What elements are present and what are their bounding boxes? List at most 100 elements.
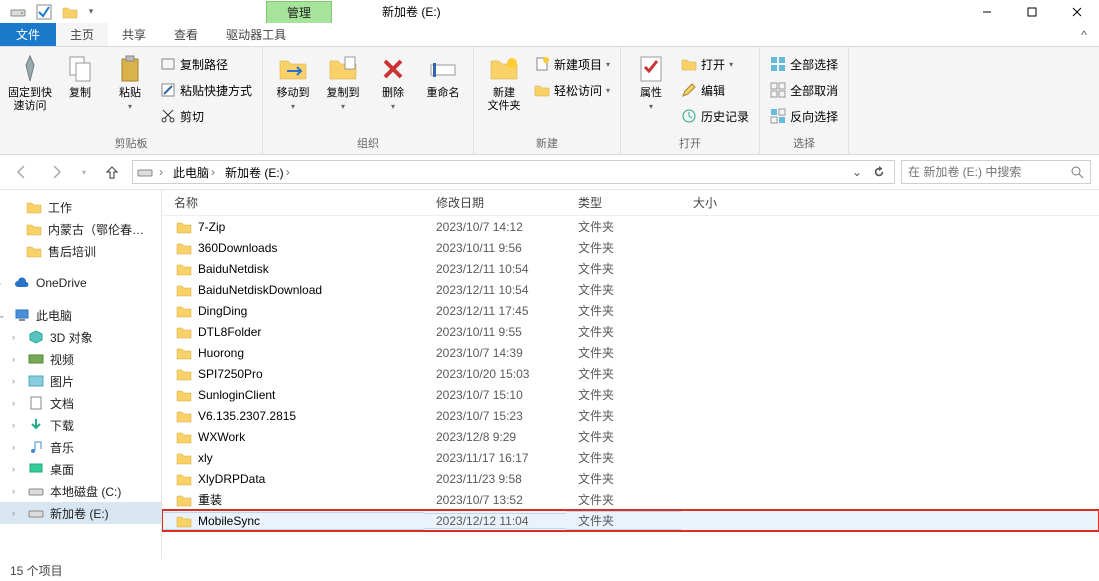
table-row[interactable]: xly2023/11/17 16:17文件夹 bbox=[162, 447, 1099, 468]
nav-documents[interactable]: ›文档 bbox=[0, 392, 161, 414]
chevron-down-icon[interactable]: ⌄ bbox=[0, 310, 8, 321]
properties-button[interactable]: 属性▾ bbox=[627, 49, 675, 111]
table-row[interactable]: DingDing2023/12/11 17:45文件夹 bbox=[162, 300, 1099, 321]
drive-icon bbox=[137, 164, 153, 180]
search-input[interactable] bbox=[908, 165, 1070, 179]
file-name: Huorong bbox=[198, 346, 244, 360]
file-date: 2023/11/17 16:17 bbox=[424, 451, 566, 465]
address-dropdown-button[interactable]: ⌄ bbox=[846, 161, 868, 183]
file-type: 文件夹 bbox=[566, 407, 681, 424]
copy-to-button[interactable]: 复制到▾ bbox=[319, 49, 367, 111]
column-type[interactable]: 类型 bbox=[566, 194, 681, 211]
forward-button[interactable] bbox=[42, 158, 70, 186]
tab-drive-tools[interactable]: 驱动器工具 bbox=[212, 23, 300, 46]
edit-button[interactable]: 编辑 bbox=[677, 79, 753, 101]
easy-access-button[interactable]: 轻松访问▾ bbox=[530, 79, 614, 101]
group-label-select: 选择 bbox=[766, 133, 842, 154]
nav-neimeng[interactable]: 内蒙古（鄂伦春… bbox=[0, 218, 161, 240]
nav-e-drive[interactable]: ›新加卷 (E:) bbox=[0, 502, 161, 524]
up-button[interactable] bbox=[98, 158, 126, 186]
copy-button[interactable]: 复制 bbox=[56, 49, 104, 100]
contextual-tab-manage[interactable]: 管理 bbox=[266, 1, 332, 23]
move-to-button[interactable]: 移动到▾ bbox=[269, 49, 317, 111]
breadcrumb-this-pc[interactable]: 此电脑› bbox=[169, 164, 219, 181]
paste-shortcut-button[interactable]: 粘贴快捷方式 bbox=[156, 79, 256, 101]
qat-checkbox-icon[interactable] bbox=[34, 2, 54, 22]
invert-selection-button[interactable]: 反向选择 bbox=[766, 105, 842, 127]
select-none-button[interactable]: 全部取消 bbox=[766, 79, 842, 101]
new-item-button[interactable]: 新建项目▾ bbox=[530, 53, 614, 75]
group-label-organize: 组织 bbox=[269, 133, 467, 154]
address-bar[interactable]: › 此电脑› 新加卷 (E:)› ⌄ bbox=[132, 160, 895, 184]
file-date: 2023/12/8 9:29 bbox=[424, 430, 566, 444]
table-row[interactable]: SPI7250Pro2023/10/20 15:03文件夹 bbox=[162, 363, 1099, 384]
table-row[interactable]: XlyDRPData2023/11/23 9:58文件夹 bbox=[162, 468, 1099, 489]
nav-work[interactable]: 工作 bbox=[0, 196, 161, 218]
new-folder-button[interactable]: 新建 文件夹 bbox=[480, 49, 528, 113]
edit-icon bbox=[681, 82, 697, 98]
file-name: 重装 bbox=[198, 491, 222, 508]
select-all-button[interactable]: 全部选择 bbox=[766, 53, 842, 75]
file-type: 文件夹 bbox=[566, 260, 681, 277]
column-size[interactable]: 大小 bbox=[681, 194, 781, 211]
search-box[interactable] bbox=[901, 160, 1091, 184]
title-bar: ▾ 管理 新加卷 (E:) bbox=[0, 0, 1099, 23]
delete-button[interactable]: 删除▾ bbox=[369, 49, 417, 111]
folder-icon bbox=[176, 303, 192, 319]
nav-c-drive[interactable]: ›本地磁盘 (C:) bbox=[0, 480, 161, 502]
table-row[interactable]: 360Downloads2023/10/11 9:56文件夹 bbox=[162, 237, 1099, 258]
folder-icon bbox=[176, 261, 192, 277]
open-button[interactable]: 打开▾ bbox=[677, 53, 753, 75]
nav-downloads[interactable]: ›下载 bbox=[0, 414, 161, 436]
nav-music[interactable]: ›音乐 bbox=[0, 436, 161, 458]
table-row[interactable]: SunloginClient2023/10/7 15:10文件夹 bbox=[162, 384, 1099, 405]
file-date: 2023/11/23 9:58 bbox=[424, 472, 566, 486]
table-row[interactable]: WXWork2023/12/8 9:29文件夹 bbox=[162, 426, 1099, 447]
table-row[interactable]: DTL8Folder2023/10/11 9:55文件夹 bbox=[162, 321, 1099, 342]
file-name: V6.135.2307.2815 bbox=[198, 409, 296, 423]
chevron-right-icon[interactable]: › bbox=[159, 165, 163, 179]
minimize-button[interactable] bbox=[964, 0, 1009, 23]
paste-button[interactable]: 粘贴 ▾ bbox=[106, 49, 154, 111]
close-button[interactable] bbox=[1054, 0, 1099, 23]
tab-view[interactable]: 查看 bbox=[160, 23, 212, 46]
drive-icon bbox=[8, 2, 28, 22]
tab-home[interactable]: 主页 bbox=[56, 23, 108, 46]
table-row[interactable]: MobileSync2023/12/12 11:04文件夹 bbox=[162, 510, 1099, 531]
nav-3d-objects[interactable]: ›3D 对象 bbox=[0, 326, 161, 348]
nav-desktop[interactable]: ›桌面 bbox=[0, 458, 161, 480]
qat-folder-icon[interactable] bbox=[60, 2, 80, 22]
refresh-button[interactable] bbox=[868, 161, 890, 183]
quick-access-toolbar: ▾ bbox=[0, 2, 96, 22]
nav-this-pc[interactable]: ⌄此电脑 bbox=[0, 304, 161, 326]
nav-after-sales[interactable]: 售后培训 bbox=[0, 240, 161, 262]
history-button[interactable]: 历史记录 bbox=[677, 105, 753, 127]
tab-file[interactable]: 文件 bbox=[0, 23, 56, 46]
ribbon-collapse-icon[interactable]: ^ bbox=[1069, 23, 1099, 46]
copy-path-button[interactable]: 复制路径 bbox=[156, 53, 256, 75]
table-row[interactable]: BaiduNetdiskDownload2023/12/11 10:54文件夹 bbox=[162, 279, 1099, 300]
nav-onedrive[interactable]: ›OneDrive bbox=[0, 272, 161, 294]
table-row[interactable]: Huorong2023/10/7 14:39文件夹 bbox=[162, 342, 1099, 363]
pin-to-quick-access-button[interactable]: 固定到快 速访问 bbox=[6, 49, 54, 113]
column-date[interactable]: 修改日期 bbox=[424, 194, 566, 211]
table-row[interactable]: BaiduNetdisk2023/12/11 10:54文件夹 bbox=[162, 258, 1099, 279]
tab-share[interactable]: 共享 bbox=[108, 23, 160, 46]
navigation-pane[interactable]: 工作 内蒙古（鄂伦春… 售后培训 ›OneDrive ⌄此电脑 ›3D 对象 ›… bbox=[0, 190, 162, 559]
table-row[interactable]: 7-Zip2023/10/7 14:12文件夹 bbox=[162, 216, 1099, 237]
column-name[interactable]: 名称 bbox=[162, 194, 424, 211]
nav-videos[interactable]: ›视频 bbox=[0, 348, 161, 370]
back-button[interactable] bbox=[8, 158, 36, 186]
chevron-right-icon[interactable]: › bbox=[0, 278, 8, 288]
table-row[interactable]: V6.135.2307.28152023/10/7 15:23文件夹 bbox=[162, 405, 1099, 426]
table-row[interactable]: 重装2023/10/7 13:52文件夹 bbox=[162, 489, 1099, 510]
qat-customize-icon[interactable]: ▾ bbox=[86, 2, 96, 22]
rename-button[interactable]: 重命名 bbox=[419, 49, 467, 100]
recent-locations-button[interactable]: ▾ bbox=[76, 158, 92, 186]
nav-pictures[interactable]: ›图片 bbox=[0, 370, 161, 392]
group-clipboard: 固定到快 速访问 复制 粘贴 ▾ 复制路径 粘贴快捷方式 剪切 剪贴板 bbox=[0, 47, 263, 154]
column-headers[interactable]: 名称 修改日期 类型 大小 bbox=[162, 190, 1099, 216]
cut-button[interactable]: 剪切 bbox=[156, 105, 256, 127]
maximize-button[interactable] bbox=[1009, 0, 1054, 23]
breadcrumb-drive[interactable]: 新加卷 (E:)› bbox=[221, 164, 294, 181]
